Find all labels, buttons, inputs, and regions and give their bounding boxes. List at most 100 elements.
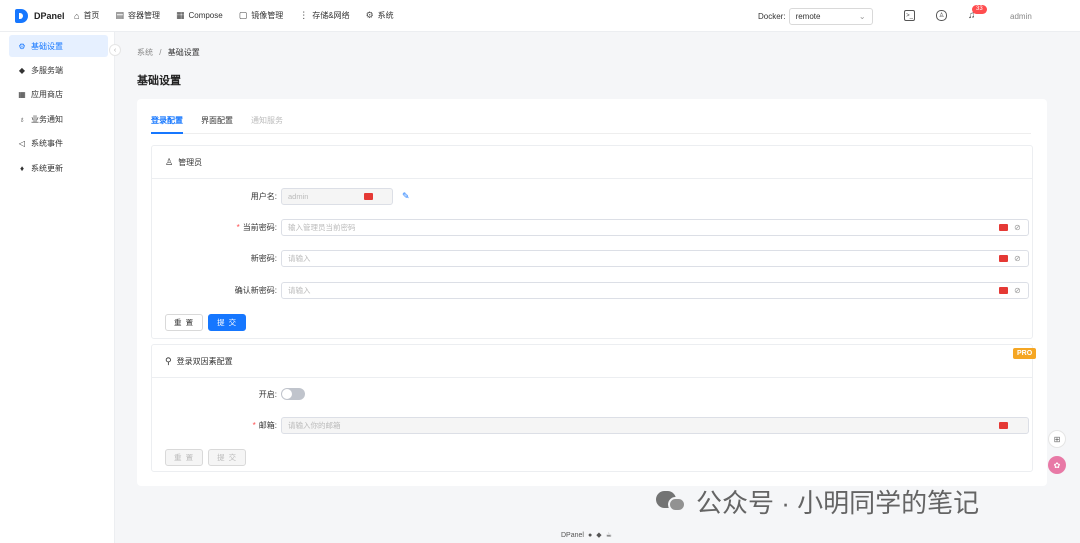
enable-toggle[interactable] (281, 388, 305, 400)
megaphone-icon: ◁ (18, 138, 26, 148)
email-label: * 邮箱: (252, 421, 277, 430)
admin-submit-button[interactable]: 提 交 (208, 314, 247, 331)
dpanel-logo-icon (15, 8, 28, 23)
tab-login-config[interactable]: 登录配置 (151, 115, 183, 126)
breadcrumb-parent[interactable]: 系统 (137, 48, 153, 57)
enable-label: 开启: (258, 389, 277, 399)
shirt-icon[interactable]: ♙ (936, 10, 947, 21)
sidebar-collapse-button[interactable]: ‹ (109, 44, 121, 56)
password-manager-icon[interactable] (999, 287, 1008, 294)
twofa-submit-button: 提 交 (208, 449, 247, 466)
tab-divider (151, 133, 1031, 134)
password-manager-icon[interactable] (999, 224, 1008, 231)
tab-ui-config[interactable]: 界面配置 (201, 115, 233, 126)
eye-off-icon[interactable]: ⊘ (1014, 254, 1021, 263)
twofa-section: ⚲ 登录双因素配置 开启: * 邮箱: 请输入你的邮箱 重 置 提 交 (151, 344, 1033, 472)
settings-icon: ⚙ (18, 41, 26, 51)
home-icon: ⌂ (74, 10, 80, 21)
pro-badge: PRO (1013, 348, 1037, 359)
app-name: DPanel (34, 10, 65, 21)
tab-notification-service: 通知服务 (251, 116, 283, 125)
docker-icon[interactable]: ◆ (596, 531, 601, 539)
nav-system[interactable]: ⚙ 系统 (366, 10, 394, 21)
new-password-label: 新密码: (250, 254, 277, 263)
sidebar-item-business-notice[interactable]: ♁ 业务通知 (9, 108, 108, 130)
twofa-reset-button: 重 置 (165, 449, 204, 466)
top-nav: ⌂ 首页 ▤ 容器管理 ▦ Compose ▢ 镜像管理 ⋮ 存储&网络 ⚙ 系统 (74, 10, 410, 21)
tabs: 登录配置 界面配置 通知服务 (151, 115, 301, 126)
logo[interactable]: DPanel (15, 8, 73, 23)
nav-container[interactable]: ▤ 容器管理 (115, 10, 160, 21)
docker-selector: Docker: remote ⌄ (758, 8, 873, 25)
username-row: 用户名: admin ✎ (152, 188, 410, 205)
nav-compose[interactable]: ▦ Compose (176, 10, 223, 21)
watermark-text: 公众号 · 小明同学的笔记 (696, 488, 980, 518)
admin-section: ♙ 管理员 用户名: admin ✎ * 当前密码: 输入管理员当前密码 ⊘ 新密… (151, 145, 1033, 339)
bell-icon: ♁ (19, 114, 25, 124)
notification-badge: 33 (972, 5, 987, 14)
eye-off-icon[interactable]: ⊘ (1014, 223, 1021, 232)
sidebar-item-system-events[interactable]: ◁ 系统事件 (9, 132, 108, 154)
watermark: 公众号 · 小明同学的笔记 (656, 483, 979, 520)
github-icon[interactable]: ● (588, 532, 592, 539)
password-manager-icon[interactable] (999, 422, 1008, 429)
confirm-password-label: 确认新密码: (234, 286, 277, 295)
email-input[interactable]: 请输入你的邮箱 (281, 417, 1029, 434)
translate-icon[interactable]: ✿ (1048, 456, 1066, 474)
nav-image[interactable]: ▢ 镜像管理 (239, 10, 284, 21)
app-store-icon: ▦ (18, 89, 26, 99)
password-manager-icon[interactable] (999, 255, 1008, 262)
current-password-label: * 当前密码: (236, 223, 277, 232)
terminal-icon[interactable]: >_ (904, 10, 915, 21)
edit-icon[interactable]: ✎ (402, 191, 410, 202)
chevron-left-icon: ‹ (113, 46, 117, 54)
coffee-icon[interactable]: ☕ (606, 531, 612, 539)
tab-active-indicator (151, 132, 183, 134)
confirm-password-placeholder: 请输入 (288, 286, 311, 295)
username-input[interactable]: admin (281, 188, 393, 205)
new-password-placeholder: 请输入 (288, 254, 311, 263)
page-title: 基础设置 (137, 75, 181, 87)
sidebar-item-system-update[interactable]: ♦ 系统更新 (9, 157, 108, 179)
username-label: 用户名: (250, 192, 277, 201)
image-icon: ▢ (238, 10, 248, 20)
enable-row: 开启: (152, 388, 305, 400)
password-manager-icon[interactable] (364, 193, 373, 200)
twofa-actions: 重 置 提 交 (165, 449, 247, 466)
admin-reset-button[interactable]: 重 置 (165, 314, 204, 331)
nav-storage[interactable]: ⋮ 存储&网络 (299, 10, 349, 21)
sidebar-item-app-store[interactable]: ▦ 应用商店 (9, 83, 108, 105)
user-menu[interactable]: admin (1010, 12, 1032, 21)
breadcrumb: 系统 / 基础设置 (137, 47, 200, 58)
admin-section-header: ♙ 管理员 (152, 146, 1032, 179)
nav-home[interactable]: ⌂ 首页 (74, 10, 99, 21)
sidebar-item-multi-server[interactable]: ◆ 多服务端 (9, 59, 108, 81)
system-icon: ⚙ (365, 10, 374, 20)
settings-card: 登录配置 界面配置 通知服务 ♙ 管理员 用户名: admin ✎ * 当前密码:… (137, 99, 1047, 486)
twofa-section-header: ⚲ 登录双因素配置 (152, 345, 1032, 378)
user-icon: ♙ (165, 156, 174, 167)
current-password-placeholder: 输入管理员当前密码 (288, 223, 356, 232)
new-password-row: 新密码: 请输入 ⊘ (152, 250, 1029, 267)
current-password-row: * 当前密码: 输入管理员当前密码 ⊘ (152, 219, 1029, 236)
new-password-input[interactable]: 请输入 ⊘ (281, 250, 1029, 267)
docker-label: Docker: (758, 12, 786, 21)
confirm-password-input[interactable]: 请输入 ⊘ (281, 282, 1029, 299)
top-bar: DPanel ⌂ 首页 ▤ 容器管理 ▦ Compose ▢ 镜像管理 ⋮ 存储&网络 ⚙… (0, 0, 1080, 32)
search-icon: ⚲ (165, 355, 172, 366)
username-value: admin (288, 192, 309, 201)
sidebar-item-basic-settings[interactable]: ⚙ 基础设置 (9, 35, 108, 57)
grid-add-icon[interactable]: ⊞ (1048, 430, 1066, 448)
footer: DPanel ● ◆ ☕ (561, 531, 612, 540)
current-password-input[interactable]: 输入管理员当前密码 ⊘ (281, 219, 1029, 236)
eye-off-icon[interactable]: ⊘ (1014, 286, 1021, 295)
required-mark: * (236, 223, 240, 232)
breadcrumb-separator: / (159, 48, 162, 57)
sidebar: ⚙ 基础设置 ◆ 多服务端 ▦ 应用商店 ♁ 业务通知 ◁ 系统事件 ♦ 系统更新 (0, 32, 115, 543)
storage-icon: ⋮ (299, 10, 309, 20)
compose-icon: ▦ (175, 10, 185, 20)
admin-actions: 重 置 提 交 (165, 314, 247, 331)
update-icon: ♦ (19, 163, 25, 173)
confirm-password-row: 确认新密码: 请输入 ⊘ (152, 282, 1029, 299)
docker-select[interactable]: remote ⌄ (788, 8, 873, 25)
